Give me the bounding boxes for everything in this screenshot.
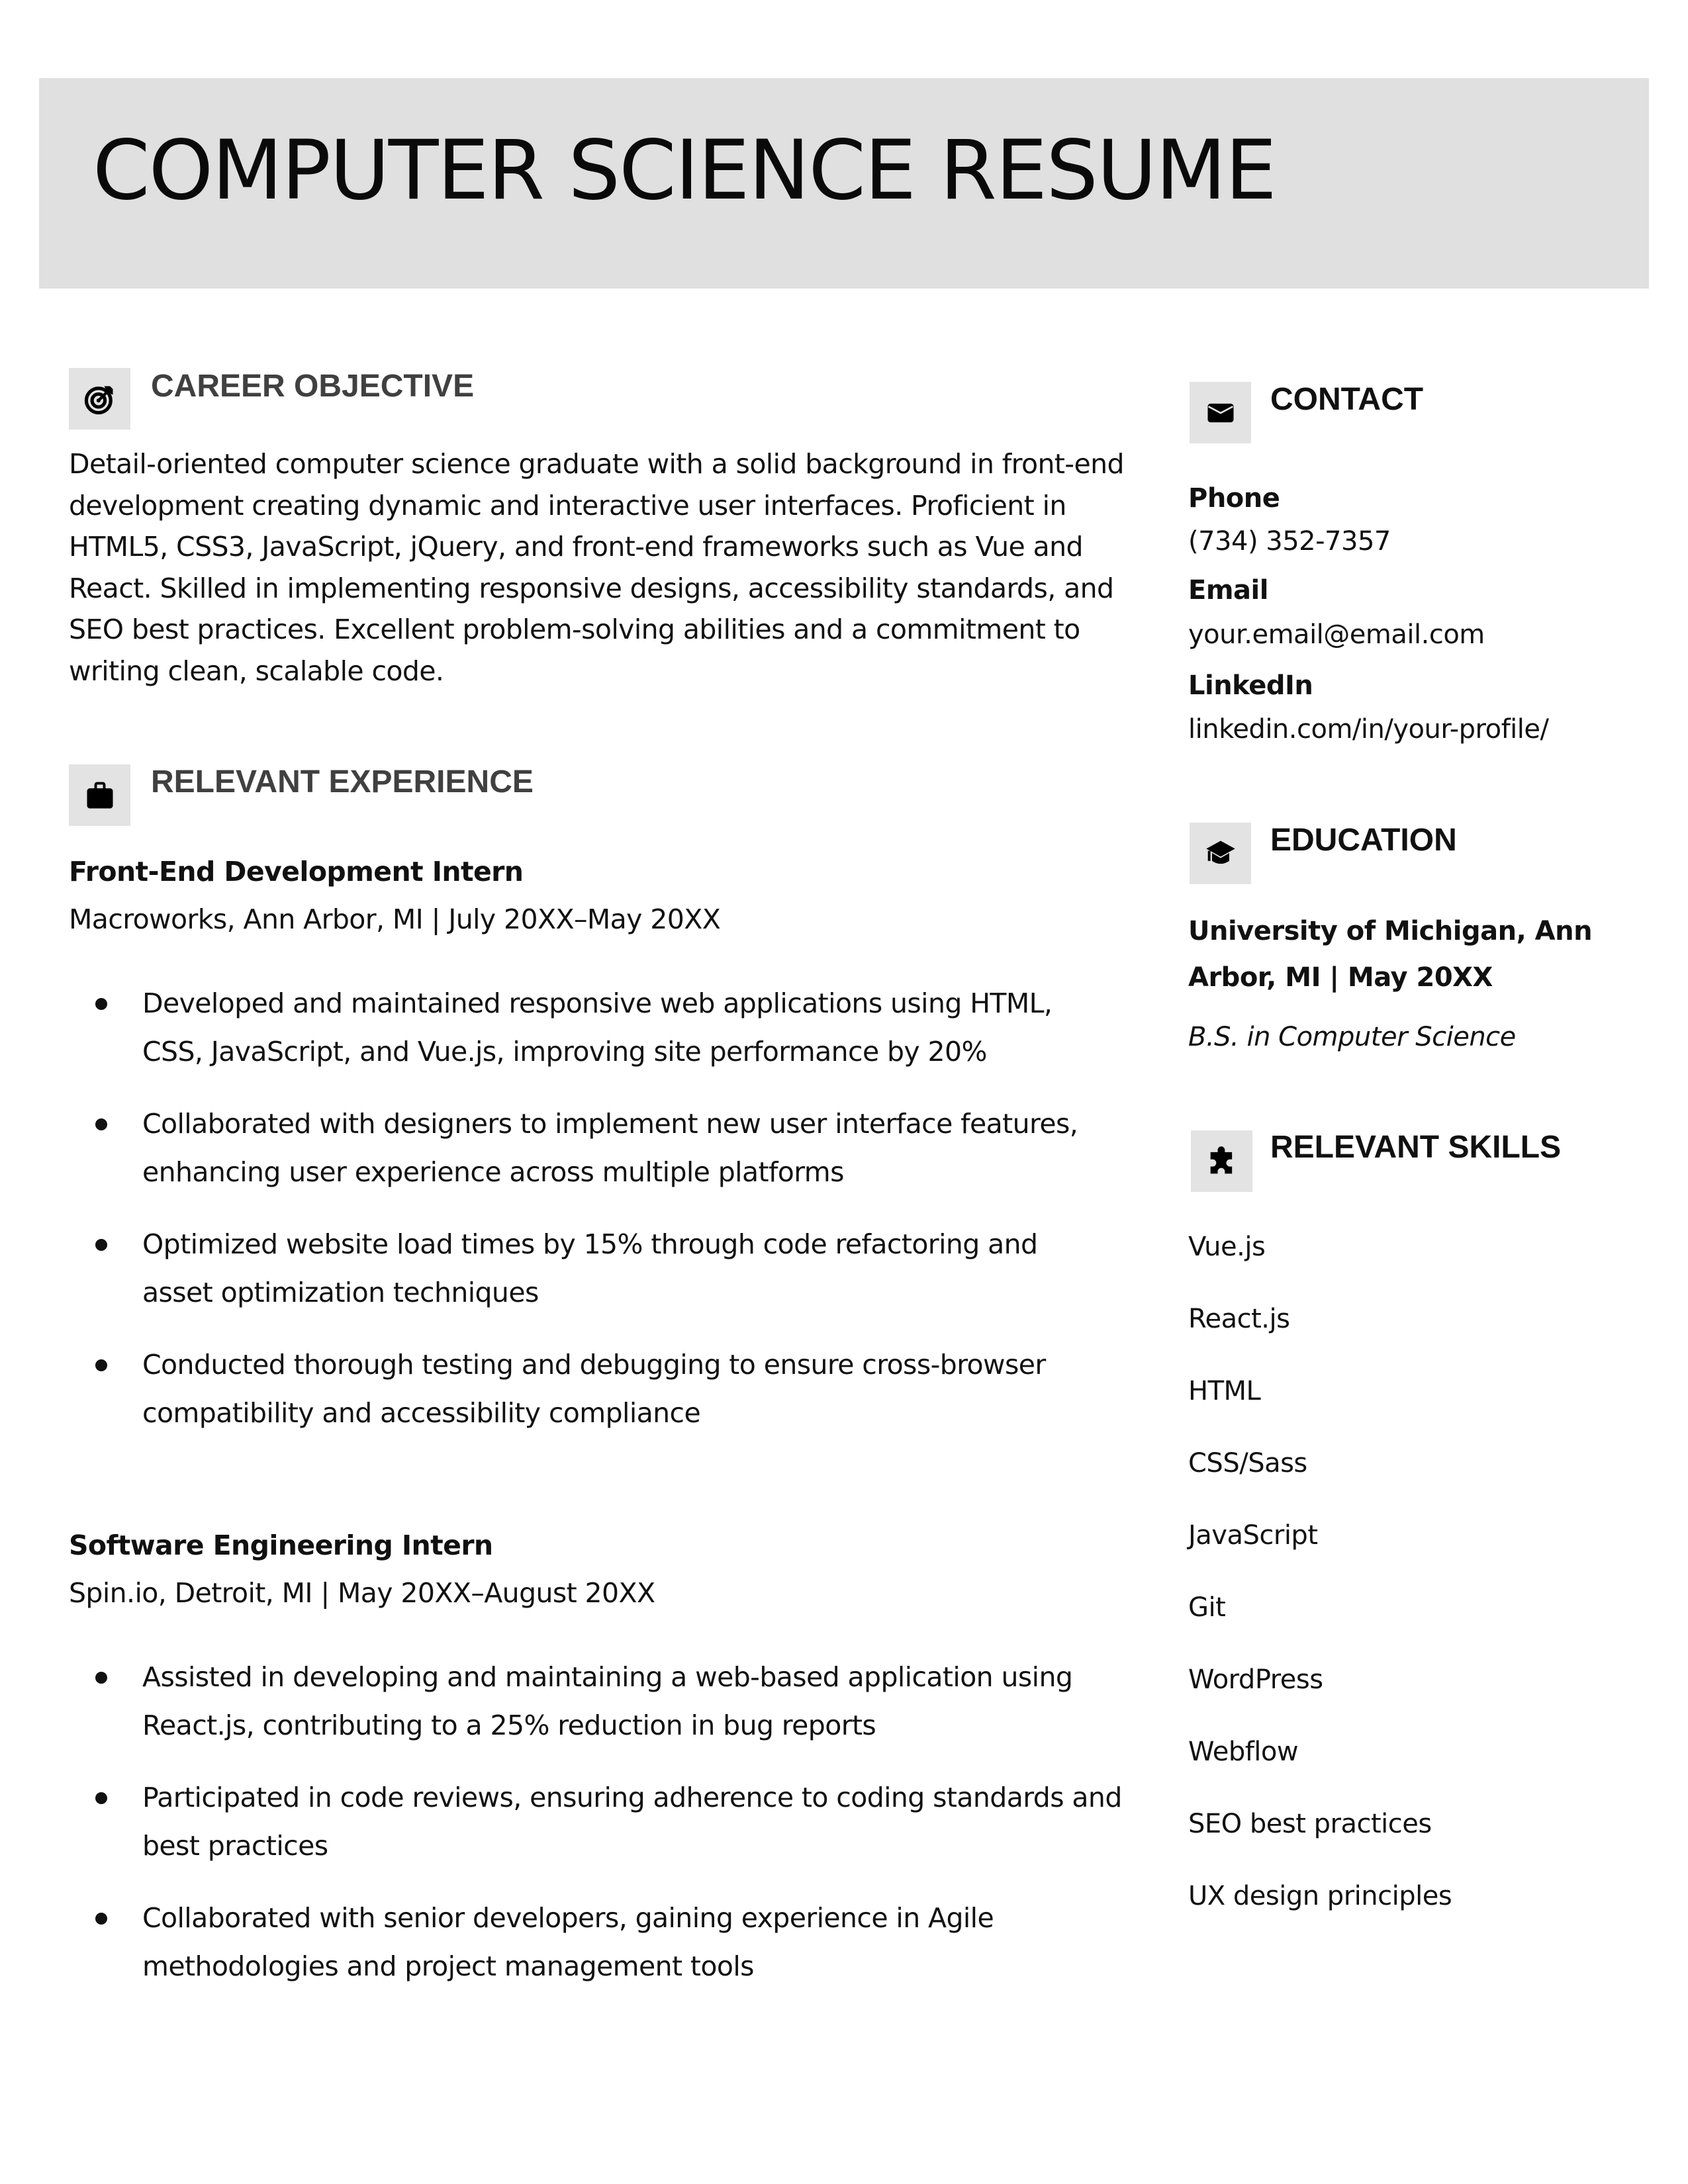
skill-item: HTML <box>1188 1376 1261 1406</box>
job-bullets: Developed and maintained responsive web … <box>69 979 1102 1461</box>
skill-item: JavaScript <box>1188 1520 1318 1551</box>
job-title: Front-End Development Intern <box>69 856 524 887</box>
experience-heading: RELEVANT EXPERIENCE <box>151 764 534 799</box>
target-icon <box>69 368 130 430</box>
career-objective-text: Detail-oriented computer science graduat… <box>69 448 1125 687</box>
document-title: COMPUTER SCIENCE RESUME <box>93 123 1277 218</box>
bullet-item: Participated in code reviews, ensuring a… <box>69 1774 1128 1870</box>
skill-item: React.js <box>1188 1304 1290 1334</box>
education-degree: B.S. in Computer Science <box>1188 1022 1516 1052</box>
contact-heading: CONTACT <box>1270 382 1424 417</box>
briefcase-icon <box>69 764 130 826</box>
bullet-dot <box>95 1792 107 1804</box>
skill-item: SEO best practices <box>1188 1809 1432 1839</box>
bullet-dot <box>95 1359 107 1371</box>
job-meta: Macroworks, Ann Arbor, MI | July 20XX–Ma… <box>69 903 721 935</box>
bullet-item: Collaborated with designers to implement… <box>69 1100 1102 1197</box>
bullet-item: Collaborated with senior developers, gai… <box>69 1894 1128 1991</box>
skill-item: Vue.js <box>1188 1232 1266 1262</box>
bullet-item: Developed and maintained responsive web … <box>69 979 1102 1076</box>
education-school: University of Michigan, Ann Arbor, MI | … <box>1188 916 1593 993</box>
bullet-dot <box>95 1118 107 1130</box>
puzzle-piece-icon <box>1191 1130 1252 1192</box>
email-value: your.email@email.com <box>1188 619 1485 650</box>
bullet-dot <box>95 1672 107 1684</box>
skills-list: Vue.js React.js HTML CSS/Sass JavaScript… <box>1188 1231 1452 1952</box>
skill-item: Git <box>1188 1592 1226 1623</box>
bullet-item: Optimized website load times by 15% thro… <box>69 1220 1102 1317</box>
skill-item: WordPress <box>1188 1664 1323 1695</box>
job-title: Software Engineering Intern <box>69 1529 493 1561</box>
skill-item: UX design principles <box>1188 1881 1452 1911</box>
bullet-dot <box>95 1239 107 1251</box>
skills-heading: RELEVANT SKILLS <box>1270 1130 1562 1165</box>
envelope-icon <box>1190 382 1251 443</box>
education-heading: EDUCATION <box>1270 823 1457 858</box>
skill-item: Webflow <box>1188 1737 1299 1767</box>
bullet-dot <box>95 1913 107 1925</box>
graduation-cap-icon <box>1190 823 1251 884</box>
job-bullets: Assisted in developing and maintaining a… <box>69 1653 1128 2015</box>
phone-label: Phone <box>1188 483 1280 514</box>
email-label: Email <box>1188 575 1268 606</box>
job-meta: Spin.io, Detroit, MI | May 20XX–August 2… <box>69 1577 655 1609</box>
skill-item: CSS/Sass <box>1188 1448 1307 1479</box>
career-objective-heading: CAREER OBJECTIVE <box>151 369 475 404</box>
bullet-item: Conducted thorough testing and debugging… <box>69 1341 1102 1437</box>
linkedin-label: LinkedIn <box>1188 670 1313 701</box>
linkedin-value: linkedin.com/in/your-profile/ <box>1188 714 1549 745</box>
bullet-dot <box>95 998 107 1010</box>
bullet-item: Assisted in developing and maintaining a… <box>69 1653 1128 1750</box>
phone-value: (734) 352-7357 <box>1188 526 1391 557</box>
